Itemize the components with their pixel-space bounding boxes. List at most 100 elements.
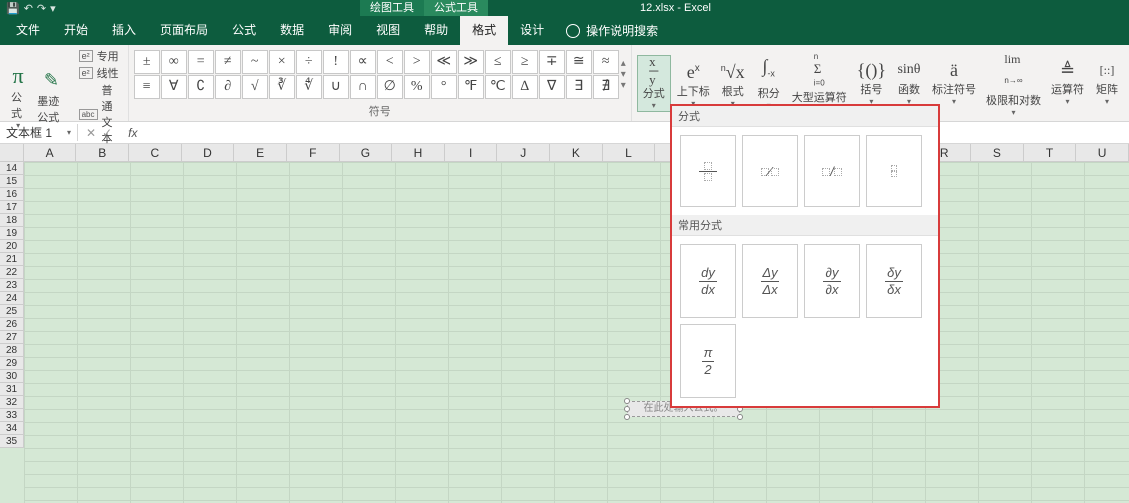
row-header[interactable]: 19 <box>0 227 23 240</box>
row-header[interactable]: 28 <box>0 344 23 357</box>
tab-公式[interactable]: 公式 <box>220 15 268 45</box>
symbol-button[interactable]: ∁ <box>188 75 214 99</box>
matrix-button[interactable]: [::]矩阵▾ <box>1090 59 1124 107</box>
row-header[interactable]: 24 <box>0 292 23 305</box>
ink-equation-button[interactable]: ✎ 墨迹公式 <box>31 67 71 127</box>
symbol-button[interactable]: = <box>188 50 214 74</box>
row-header[interactable]: 20 <box>0 240 23 253</box>
fraction-button[interactable]: x─y分式▾ <box>637 55 671 112</box>
fraction-skewed[interactable]: ⁄ <box>742 135 798 207</box>
tab-格式[interactable]: 格式 <box>460 15 508 45</box>
symbol-button[interactable]: ≥ <box>512 50 538 74</box>
name-box[interactable]: 文本框 1▾ <box>0 124 78 141</box>
qat-redo-icon[interactable]: ↷ <box>37 2 46 15</box>
symbols-scroll-down[interactable]: ▾ <box>621 69 626 80</box>
tab-审阅[interactable]: 审阅 <box>316 15 364 45</box>
column-header[interactable]: K <box>550 144 603 161</box>
equation-button[interactable]: π 公式 ▾ <box>5 63 31 132</box>
symbol-button[interactable]: > <box>404 50 430 74</box>
symbol-button[interactable]: √ <box>242 75 268 99</box>
tab-文件[interactable]: 文件 <box>4 15 52 45</box>
column-header[interactable]: B <box>76 144 129 161</box>
symbol-button[interactable]: ∪ <box>323 75 349 99</box>
row-header[interactable]: 16 <box>0 188 23 201</box>
qat-more-icon[interactable]: ▾ <box>50 2 56 15</box>
fx-label[interactable]: fx <box>128 126 137 140</box>
symbol-button[interactable]: ÷ <box>296 50 322 74</box>
symbol-button[interactable]: ≤ <box>485 50 511 74</box>
fraction-pi-2[interactable]: π2 <box>680 324 736 398</box>
symbol-button[interactable]: ℃ <box>485 75 511 99</box>
symbol-button[interactable]: ∛ <box>269 75 295 99</box>
symbol-button[interactable]: ° <box>431 75 457 99</box>
symbol-button[interactable]: < <box>377 50 403 74</box>
row-header[interactable]: 18 <box>0 214 23 227</box>
symbol-button[interactable]: ∇ <box>539 75 565 99</box>
select-all-corner[interactable] <box>0 144 24 161</box>
script-button[interactable]: ex上下标▾ <box>673 58 714 109</box>
symbol-button[interactable]: ∀ <box>161 75 187 99</box>
column-header[interactable]: T <box>1024 144 1077 161</box>
column-header[interactable]: G <box>340 144 393 161</box>
operator-button[interactable]: ≜运算符▾ <box>1047 59 1088 107</box>
symbol-button[interactable]: ≪ <box>431 50 457 74</box>
resize-handle[interactable] <box>624 398 630 404</box>
row-header[interactable]: 31 <box>0 383 23 396</box>
tab-开始[interactable]: 开始 <box>52 15 100 45</box>
symbol-button[interactable]: ≫ <box>458 50 484 74</box>
row-header[interactable]: 21 <box>0 253 23 266</box>
row-header[interactable]: 22 <box>0 266 23 279</box>
fraction-Dy-Dx[interactable]: ΔyΔx <box>742 244 798 318</box>
fraction-delta-y-x[interactable]: δyδx <box>866 244 922 318</box>
row-header[interactable]: 14 <box>0 162 23 175</box>
row-header[interactable]: 32 <box>0 396 23 409</box>
cancel-icon[interactable]: ✕ <box>86 126 96 140</box>
function-button[interactable]: sinθ函数▾ <box>892 59 926 107</box>
integral-button[interactable]: ∫-x积分▾ <box>752 55 786 111</box>
tab-视图[interactable]: 视图 <box>364 15 412 45</box>
column-header[interactable]: H <box>392 144 445 161</box>
symbol-button[interactable]: ∞ <box>161 50 187 74</box>
qat-save-icon[interactable]: 💾 <box>6 2 20 15</box>
column-header[interactable]: I <box>445 144 498 161</box>
linear-button[interactable]: e²线性 <box>76 65 123 81</box>
symbol-button[interactable]: ℉ <box>458 75 484 99</box>
resize-handle[interactable] <box>624 406 630 412</box>
tab-设计[interactable]: 设计 <box>508 15 556 45</box>
tellme-label[interactable]: 操作说明搜索 <box>586 22 658 39</box>
symbol-button[interactable]: ∩ <box>350 75 376 99</box>
fraction-small[interactable] <box>866 135 922 207</box>
column-header[interactable]: E <box>234 144 287 161</box>
symbol-button[interactable]: ∂ <box>215 75 241 99</box>
column-header[interactable]: F <box>287 144 340 161</box>
tab-插入[interactable]: 插入 <box>100 15 148 45</box>
symbol-button[interactable]: ∄ <box>593 75 619 99</box>
symbol-button[interactable]: ± <box>134 50 160 74</box>
resize-handle[interactable] <box>624 414 630 420</box>
confirm-icon[interactable]: ✓ <box>102 126 112 140</box>
column-header[interactable]: S <box>971 144 1024 161</box>
symbol-button[interactable]: ∅ <box>377 75 403 99</box>
symbol-button[interactable]: % <box>404 75 430 99</box>
row-header[interactable]: 23 <box>0 279 23 292</box>
radical-button[interactable]: n√x根式▾ <box>716 57 750 109</box>
symbol-button[interactable]: ≡ <box>134 75 160 99</box>
row-header[interactable]: 30 <box>0 370 23 383</box>
column-header[interactable]: C <box>129 144 182 161</box>
symbol-button[interactable]: ∓ <box>539 50 565 74</box>
fraction-stacked[interactable] <box>680 135 736 207</box>
row-header[interactable]: 27 <box>0 331 23 344</box>
symbol-button[interactable]: ∝ <box>350 50 376 74</box>
fraction-dy-dx[interactable]: dydx <box>680 244 736 318</box>
row-header[interactable]: 34 <box>0 422 23 435</box>
resize-handle[interactable] <box>737 414 743 420</box>
row-header[interactable]: 33 <box>0 409 23 422</box>
symbol-button[interactable]: × <box>269 50 295 74</box>
column-header[interactable]: U <box>1076 144 1129 161</box>
tab-页面布局[interactable]: 页面布局 <box>148 15 220 45</box>
symbol-button[interactable]: ! <box>323 50 349 74</box>
symbol-button[interactable]: ≠ <box>215 50 241 74</box>
column-header[interactable]: J <box>497 144 550 161</box>
row-header[interactable]: 26 <box>0 318 23 331</box>
symbols-scroll-up[interactable]: ▴ <box>621 58 626 69</box>
